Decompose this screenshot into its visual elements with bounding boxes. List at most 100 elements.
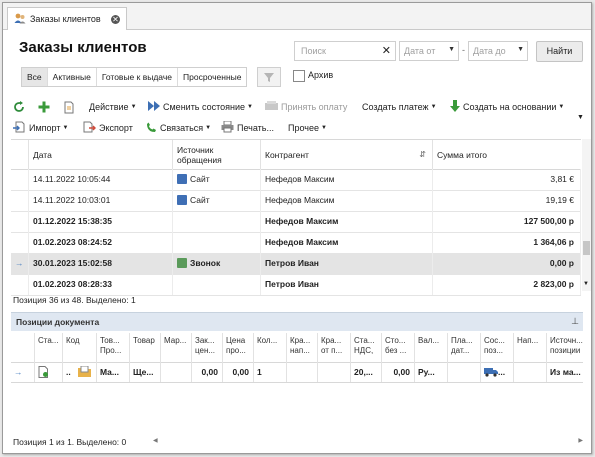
counterparty-cell-text: Нефедов Максим — [265, 174, 335, 184]
positions-column-header[interactable]: Код — [63, 333, 97, 362]
date-to-field[interactable]: Дата до ▼ — [468, 41, 528, 61]
date-from-field[interactable]: Дата от ▼ — [399, 41, 459, 61]
find-button[interactable]: Найти — [536, 41, 583, 62]
action-menu[interactable]: Действие ▼ — [89, 99, 137, 115]
positions-column-header[interactable]: Тов... Про... — [97, 333, 130, 362]
source-cell-text: Звонок — [190, 258, 221, 268]
filter-button[interactable] — [257, 67, 281, 87]
import-menu[interactable]: Импорт ▼ — [13, 120, 68, 136]
positions-column-header[interactable]: Ста... — [35, 333, 63, 362]
positions-column-header[interactable]: Пла... дат... — [448, 333, 481, 362]
positions-row[interactable]: → .. Ма... Ще... 0,00 0,00 1 20,... 0,00… — [11, 362, 583, 383]
positions-column-header[interactable]: Вал... — [415, 333, 448, 362]
column-header-sum[interactable]: Сумма итого — [433, 140, 581, 169]
positions-column-header[interactable]: Источн... позиции — [547, 333, 583, 362]
chevron-down-icon: ▼ — [130, 104, 137, 110]
table-row[interactable]: → 30.01.2023 15:02:58 Звонок Петров Иван 0,0… — [11, 253, 581, 275]
date-cell: 14.11.2022 10:05:44 — [29, 169, 173, 190]
export-button[interactable]: Экспорт — [83, 120, 133, 136]
create-based-on-menu[interactable]: Создать на основании ▼ — [450, 99, 564, 115]
date-cell-text: 01.12.2022 15:38:35 — [33, 216, 112, 226]
positions-hscrollbar[interactable]: ◀ ▶ — [153, 437, 583, 446]
goods-type-cell: Ма... — [97, 362, 130, 382]
row-indicator: → — [11, 253, 29, 274]
scroll-down-icon[interactable]: ▼ — [583, 281, 589, 287]
sum-cell-text: 1 364,06 р — [533, 237, 574, 247]
scroll-left-icon[interactable]: ◀ — [153, 437, 158, 444]
code-cell[interactable]: .. — [63, 362, 97, 382]
pin-icon[interactable]: ⊥ — [571, 316, 579, 327]
positions-column-header[interactable]: Кра... от п... — [318, 333, 351, 362]
refresh-button[interactable] — [13, 99, 25, 115]
clear-search-icon[interactable]: ✕ — [382, 44, 391, 57]
print-button[interactable]: Печать... — [221, 120, 274, 136]
delivery-truck-icon — [484, 368, 498, 377]
tab-orders[interactable]: Заказы клиентов ✕ — [7, 7, 127, 30]
date-cell: 14.11.2022 10:03:01 — [29, 190, 173, 211]
orders-status: Позиция 36 из 48. Выделено: 1 — [13, 295, 136, 305]
change-state-menu[interactable]: Сменить состояние ▼ — [148, 99, 253, 115]
column-header-date[interactable]: Дата — [29, 140, 173, 169]
positions-title: Позиции документа — [16, 317, 100, 327]
scroll-right-icon[interactable]: ▶ — [578, 437, 583, 444]
row-pointer-icon: → — [15, 258, 24, 268]
column-header-source[interactable]: Источник обращения — [173, 140, 261, 169]
positions-column-header[interactable]: Сто... без ... — [382, 333, 415, 362]
positions-column-header[interactable]: Зак... цен... — [192, 333, 223, 362]
positions-column-header[interactable]: Кол... — [254, 333, 287, 362]
create-payment-menu[interactable]: Создать платеж ▼ — [362, 99, 437, 115]
table-row[interactable]: 14.11.2022 10:03:01 Сайт Нефедов Максим 19,… — [11, 190, 581, 212]
chevron-down-icon[interactable]: ▼ — [517, 46, 524, 53]
close-tab-icon[interactable]: ✕ — [111, 14, 120, 24]
positions-column-header[interactable]: Мар... — [161, 333, 192, 362]
filter-tab-active[interactable]: Активные — [48, 68, 97, 86]
orders-scrollbar[interactable]: ▼ — [582, 139, 591, 291]
date-cell-text: 01.02.2023 08:24:52 — [33, 237, 112, 247]
sum-cell-text: 127 500,00 р — [523, 216, 574, 226]
date-cell-text: 01.02.2023 08:28:33 — [33, 279, 112, 289]
orders-grid-header: Дата Источник обращения Контрагент ⇵ Сум… — [11, 139, 581, 170]
other-menu[interactable]: Прочее ▼ — [288, 120, 327, 136]
position-state-ellipsis: ... — [498, 367, 506, 377]
table-row[interactable]: 14.11.2022 10:05:44 Сайт Нефедов Максим 3,8… — [11, 169, 581, 191]
markup-cell — [287, 362, 318, 382]
cash-register-icon — [265, 101, 278, 113]
accept-payment-button[interactable]: Принять оплату — [265, 99, 347, 115]
toolbar-overflow-icon[interactable]: ▼ — [577, 109, 584, 125]
funnel-icon — [264, 73, 274, 82]
add-button[interactable] — [38, 99, 50, 115]
archive-checkbox[interactable] — [293, 70, 305, 82]
column-header-counterparty[interactable]: Контрагент ⇵ — [261, 140, 433, 169]
positions-column-header[interactable]: Ста... НДС, — [351, 333, 382, 362]
sort-icon[interactable]: ⇵ — [419, 150, 426, 159]
filter-tab-ready[interactable]: Готовые к выдаче — [97, 68, 179, 86]
filter-tab-overdue[interactable]: Просроченные — [178, 68, 246, 86]
source-color-icon — [177, 174, 187, 184]
date-cell-text: 30.01.2023 15:02:58 — [33, 258, 112, 268]
source-cell: Сайт — [173, 190, 261, 211]
purchase-price-cell: 0,00 — [192, 362, 223, 382]
filter-tab-all[interactable]: Все — [22, 68, 48, 86]
contact-menu[interactable]: Связаться ▼ — [146, 120, 211, 136]
counterparty-cell: Нефедов Максим — [261, 211, 433, 232]
search-input[interactable]: Поиск ✕ — [294, 41, 396, 61]
positions-column-header[interactable]: Сос... поз... — [481, 333, 514, 362]
sum-cell-text: 2 823,00 р — [533, 279, 574, 289]
goods-cell: Ще... — [130, 362, 161, 382]
copy-button[interactable] — [63, 99, 75, 115]
table-row[interactable]: 01.12.2022 15:38:35 Нефедов Максим 127 500… — [11, 211, 581, 233]
table-row[interactable]: 01.02.2023 08:24:52 Нефедов Максим 1 364,0… — [11, 232, 581, 254]
table-row[interactable]: 01.02.2023 08:28:33 Петров Иван 2 823,00 р — [11, 274, 581, 296]
accept-payment-label: Принять оплату — [281, 102, 348, 112]
row-indicator-header — [11, 333, 35, 362]
source-cell — [173, 274, 261, 295]
positions-column-header[interactable]: Нап... — [514, 333, 547, 362]
positions-column-header[interactable]: Товар — [130, 333, 161, 362]
sum-cell-text: 0,00 р — [549, 258, 574, 268]
status-document-icon — [38, 366, 48, 378]
positions-column-header[interactable]: Кра... нап... — [287, 333, 318, 362]
chevron-down-icon[interactable]: ▼ — [448, 46, 455, 53]
scrollbar-thumb[interactable] — [583, 241, 590, 255]
positions-column-header[interactable]: Цена про... — [223, 333, 254, 362]
row-indicator — [11, 274, 29, 295]
